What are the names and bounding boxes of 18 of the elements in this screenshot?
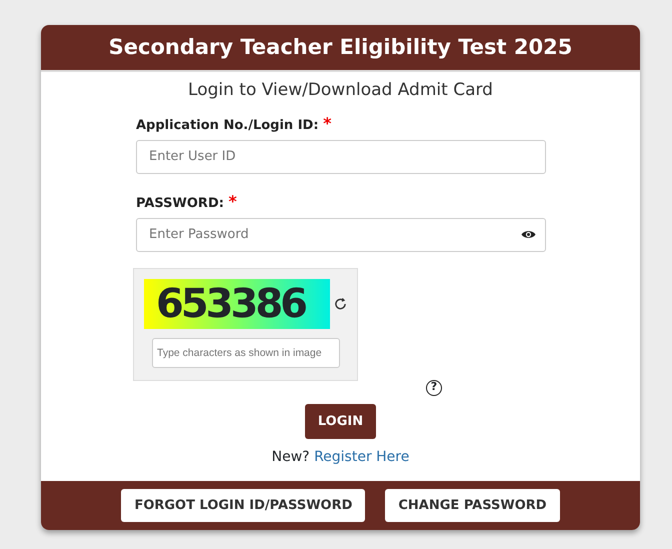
captcha-image: 653386: [144, 278, 330, 328]
user-id-field[interactable]: Enter User ID: [136, 140, 546, 174]
register-prompt: New?: [272, 449, 310, 465]
form-subtitle: Login to View/Download Admit Card: [187, 79, 494, 102]
refresh-icon[interactable]: [334, 296, 347, 310]
field-label: Application No./Login ID:: [136, 118, 319, 132]
footer-button[interactable]: CHANGE PASSWORD: [385, 489, 560, 522]
captcha-field[interactable]: Type characters as shown in image: [152, 338, 340, 368]
required-mark: *: [323, 114, 332, 132]
password-field[interactable]: Enter Password: [136, 218, 546, 252]
page-title: Secondary Teacher Eligibility Test 2025: [108, 34, 572, 61]
eye-icon[interactable]: [521, 228, 536, 240]
footer-button[interactable]: FORGOT LOGIN ID/PASSWORD: [121, 489, 366, 522]
register-link[interactable]: Register Here: [314, 449, 410, 465]
login-button[interactable]: LOGIN: [304, 404, 376, 439]
field-label: PASSWORD:: [136, 196, 224, 210]
required-mark: *: [228, 192, 237, 210]
help-icon[interactable]: ?: [426, 380, 442, 396]
